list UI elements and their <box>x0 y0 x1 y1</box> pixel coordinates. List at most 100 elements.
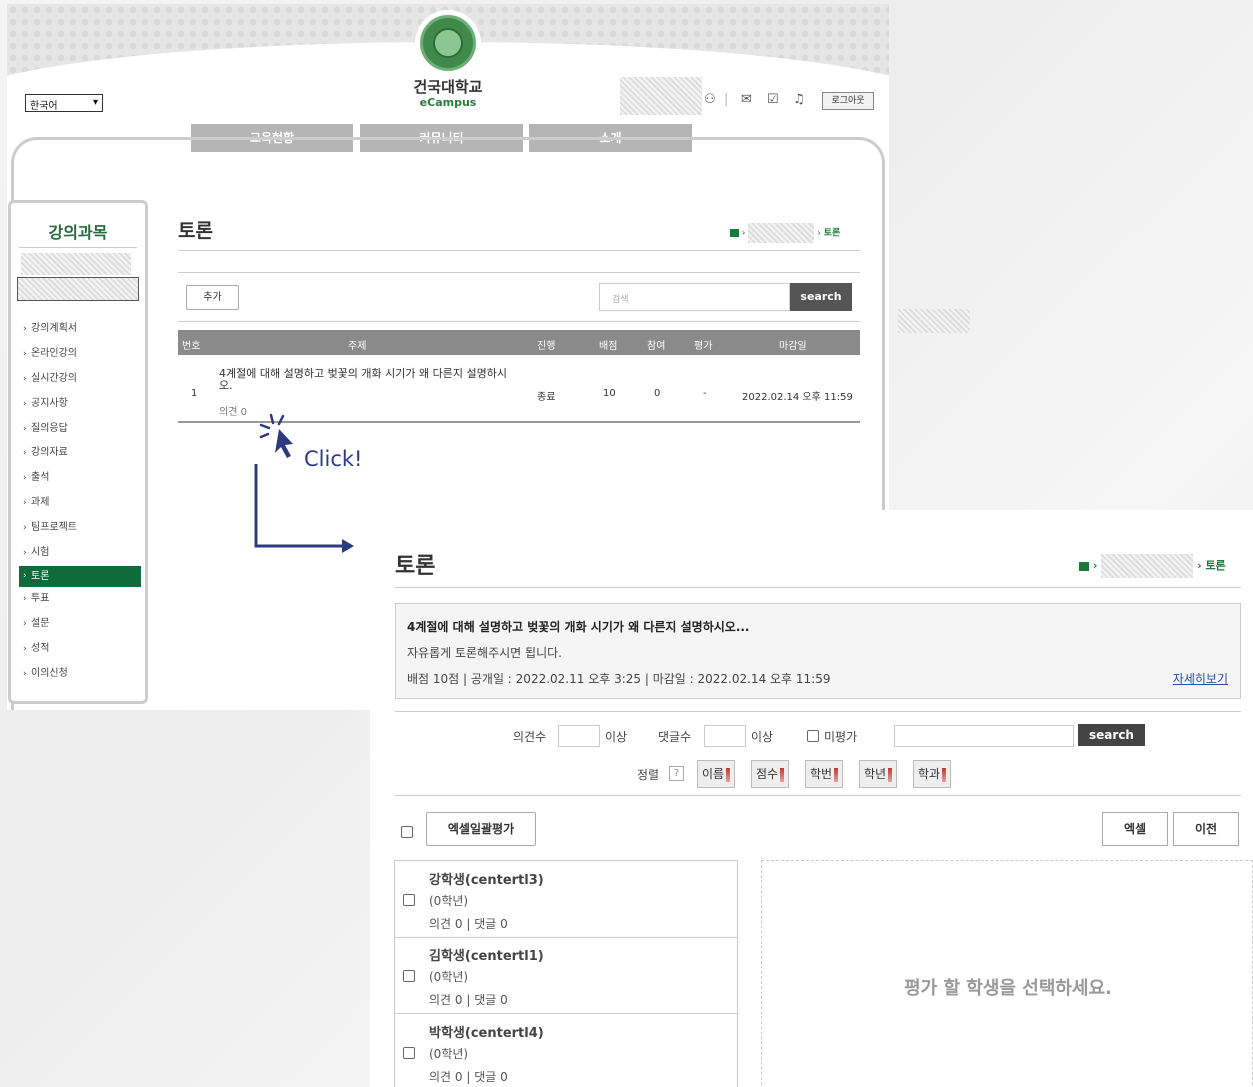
sidebar-item-assignment[interactable]: 과제 <box>19 491 141 516</box>
excel-button[interactable]: 엑셀 <box>1102 812 1168 846</box>
student-grade: (0학년) <box>429 894 469 908</box>
breadcrumb-current: 토론 <box>1205 559 1226 572</box>
list-item[interactable]: 박학생(centertl4) (0학년) 의견 0 | 댓글 0 <box>395 1014 737 1087</box>
sidebar-item-exam[interactable]: 시험 <box>19 541 141 566</box>
search-button[interactable]: search <box>790 283 852 311</box>
page-title: 토론 <box>395 554 436 579</box>
opinion-count-label: 의견수 <box>513 730 547 744</box>
user-name-redacted <box>620 77 702 115</box>
reply-above-label: 이상 <box>751 730 774 744</box>
sidebar-item-team-project[interactable]: 팀프로젝트 <box>19 516 141 541</box>
add-button[interactable]: 추가 <box>186 285 239 310</box>
sidebar-item-qna[interactable]: 질의응답 <box>19 417 141 442</box>
sidebar-item-syllabus[interactable]: 강의계획서 <box>19 317 141 342</box>
sort-by-dept-label: 학과 <box>918 767 941 781</box>
col-status: 진행 <box>537 341 556 352</box>
row-status: 종료 <box>537 392 556 403</box>
col-participants: 참여 <box>647 341 666 352</box>
sidebar-title: 강의과목 <box>48 223 108 242</box>
discussion-meta: 배점 10점 | 공개일 : 2022.02.11 오후 3:25 | 마감일 … <box>407 672 831 686</box>
discussion-topic: 4계절에 대해 설명하고 벚꽃의 개화 시기가 왜 다른지 설명하시오... <box>407 620 750 634</box>
sidebar-item-appeal[interactable]: 이의신청 <box>19 662 141 687</box>
student-name: 박학생(centertl4) <box>429 1026 544 1041</box>
sort-by-score-label: 점수 <box>756 767 779 781</box>
sort-arrow-icon <box>888 767 893 782</box>
redacted-block <box>898 309 970 333</box>
student-checkbox[interactable] <box>403 894 415 906</box>
list-item[interactable]: 김학생(centertl1) (0학년) 의견 0 | 댓글 0 <box>395 937 737 1014</box>
sort-by-dept-button[interactable]: 학과 <box>913 760 952 788</box>
home-icon[interactable] <box>730 229 739 237</box>
sidebar-item-notice[interactable]: 공지사항 <box>19 392 141 417</box>
sort-by-name-button[interactable]: 이름 <box>697 760 736 788</box>
sort-by-score-button[interactable]: 점수 <box>751 760 790 788</box>
filter-panel: 의견수 이상 댓글수 이상 미평가 search 정렬 ? 이름 점수 학번 학… <box>395 711 1241 796</box>
col-evaluation: 평가 <box>694 341 713 352</box>
chevron-down-icon: ▾ <box>92 97 98 108</box>
university-seal-logo[interactable] <box>420 15 476 71</box>
breadcrumb-course-redacted[interactable] <box>1101 554 1194 578</box>
discussion-info-box: 4계절에 대해 설명하고 벚꽃의 개화 시기가 왜 다른지 설명하시오... 자… <box>395 603 1241 699</box>
evaluation-panel: 평가 할 학생을 선택하세요. <box>761 860 1253 1087</box>
sort-label: 정렬 <box>637 768 660 782</box>
bell-icon[interactable]: ♫ <box>793 92 805 107</box>
col-no: 번호 <box>182 341 201 352</box>
checklist-icon[interactable]: ☑ <box>767 92 779 107</box>
row-score: 10 <box>603 388 616 399</box>
sidebar-item-attendance[interactable]: 출석 <box>19 466 141 491</box>
logout-button[interactable]: 로그아웃 <box>822 92 874 110</box>
sidebar-item-survey[interactable]: 설문 <box>19 612 141 637</box>
view-details-link[interactable]: 자세히보기 <box>1173 670 1228 687</box>
student-search-input[interactable] <box>894 725 1074 747</box>
language-select[interactable]: 한국어 ▾ <box>25 94 103 112</box>
student-name: 김학생(centertl1) <box>429 949 544 964</box>
course-select[interactable] <box>17 277 139 301</box>
row-evaluation: - <box>703 388 707 399</box>
unrated-checkbox[interactable] <box>807 730 819 742</box>
previous-button[interactable]: 이전 <box>1173 812 1239 846</box>
divider <box>19 247 137 248</box>
list-item[interactable]: 강학생(centertl3) (0학년) 의견 0 | 댓글 0 <box>395 861 737 938</box>
student-counts: 의견 0 | 댓글 0 <box>429 993 508 1007</box>
reply-count-input[interactable] <box>704 725 746 747</box>
sort-by-year-button[interactable]: 학년 <box>859 760 898 788</box>
col-topic: 주제 <box>348 341 367 352</box>
sidebar-item-discussion[interactable]: 토론 <box>19 565 141 587</box>
sort-by-id-label: 학번 <box>810 767 833 781</box>
sidebar-item-vote[interactable]: 투표 <box>19 587 141 612</box>
col-deadline: 마감일 <box>779 341 807 352</box>
search-input[interactable]: 검색 <box>599 283 790 311</box>
home-icon[interactable] <box>1079 561 1089 571</box>
breadcrumb: › › 토론 <box>1079 554 1226 578</box>
sidebar-item-online-lecture[interactable]: 온라인강의 <box>19 342 141 367</box>
empty-message: 평가 할 학생을 선택하세요. <box>904 978 1112 999</box>
opinion-count-input[interactable] <box>558 725 600 747</box>
help-icon[interactable]: ? <box>669 766 684 781</box>
select-all-checkbox[interactable] <box>401 826 413 838</box>
breadcrumb-separator: › <box>1092 559 1102 572</box>
course-sidebar: 강의과목 강의계획서 온라인강의 실시간강의 공지사항 질의응답 강의자료 출석… <box>8 200 148 704</box>
sidebar-item-grade[interactable]: 성적 <box>19 637 141 662</box>
row-deadline: 2022.02.14 오후 11:59 <box>742 392 853 403</box>
opinion-above-label: 이상 <box>605 730 628 744</box>
university-name: 건국대학교 <box>413 78 483 96</box>
student-checkbox[interactable] <box>403 970 415 982</box>
sort-arrow-icon <box>942 767 947 782</box>
search-button[interactable]: search <box>1078 724 1145 746</box>
sidebar-item-materials[interactable]: 강의자료 <box>19 441 141 466</box>
excel-bulk-evaluate-button[interactable]: 엑셀일괄평가 <box>426 812 536 846</box>
opinion-count: 의견 0 <box>219 407 247 418</box>
reply-count-label: 댓글수 <box>658 730 692 744</box>
divider: | <box>724 92 729 107</box>
sidebar-item-live-lecture[interactable]: 실시간강의 <box>19 367 141 392</box>
breadcrumb: › › 토론 <box>730 223 840 243</box>
list-toolbar: 추가 검색 search <box>178 272 860 322</box>
discussion-title-link[interactable]: 4계절에 대해 설명하고 벚꽃의 개화 시기가 왜 다른지 설명하시오. <box>219 368 519 392</box>
sort-by-id-button[interactable]: 학번 <box>805 760 844 788</box>
unrated-label: 미평가 <box>824 730 858 744</box>
divider <box>395 587 1241 588</box>
student-checkbox[interactable] <box>403 1047 415 1059</box>
people-icon[interactable]: ⚇ <box>704 92 716 107</box>
breadcrumb-course-redacted[interactable] <box>748 223 815 243</box>
mail-icon[interactable]: ✉ <box>741 92 752 107</box>
